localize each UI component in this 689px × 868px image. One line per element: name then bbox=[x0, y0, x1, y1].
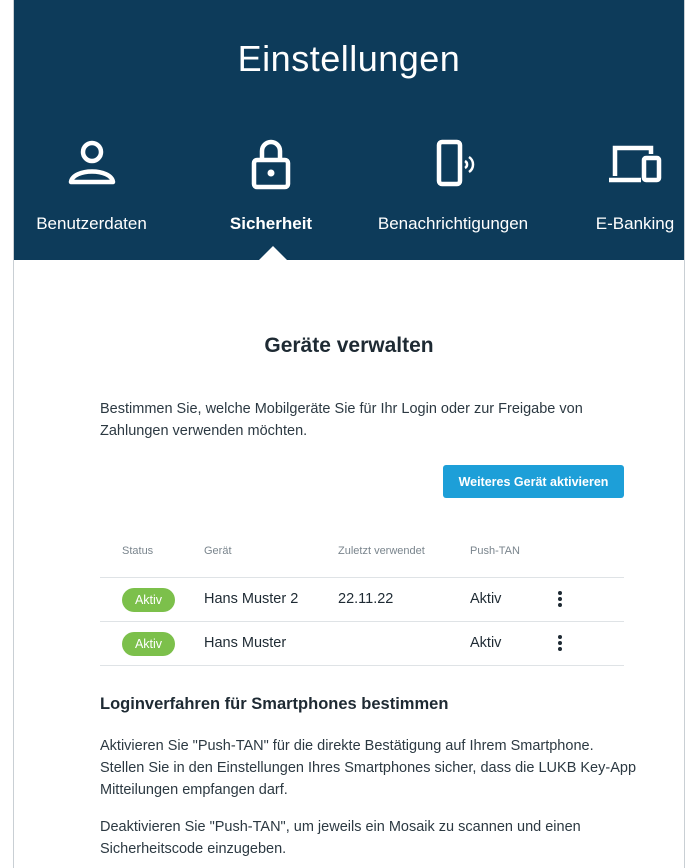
user-icon bbox=[68, 140, 115, 185]
tab-label: Benutzerdaten bbox=[36, 214, 147, 233]
last-used-date: 22.11.22 bbox=[338, 591, 394, 607]
tab-label: Benachrichtigungen bbox=[377, 214, 529, 233]
more-options-icon[interactable] bbox=[552, 634, 568, 654]
login-section-title: Loginverfahren für Smartphones bestimmen bbox=[100, 695, 449, 713]
page-title: Einstellungen bbox=[237, 38, 461, 79]
phone-notification-icon bbox=[436, 139, 475, 187]
tab-sicherheit[interactable]: Sicherheit bbox=[226, 136, 316, 234]
section-title: Geräte verwalten bbox=[264, 334, 434, 357]
lock-icon bbox=[251, 139, 291, 190]
active-tab-indicator bbox=[259, 246, 287, 260]
tab-e-banking[interactable]: E-Banking bbox=[592, 136, 678, 234]
push-tan-status: Aktiv bbox=[470, 591, 502, 607]
settings-header: Einstellungen Benutzerdaten Sicherheit B… bbox=[14, 0, 684, 260]
table-header: Status Gerät Zuletzt verwendet Push-TAN bbox=[100, 535, 624, 578]
device-name: Hans Muster bbox=[204, 635, 287, 651]
tab-benachrichtigungen[interactable]: Benachrichtigungen bbox=[373, 136, 533, 234]
column-header-status: Status bbox=[122, 545, 154, 557]
column-header-last-used: Zuletzt verwendet bbox=[338, 545, 425, 557]
tab-label: Sicherheit bbox=[229, 214, 313, 233]
status-badge: Aktiv bbox=[122, 588, 175, 612]
more-options-icon[interactable] bbox=[552, 590, 568, 610]
status-badge: Aktiv bbox=[122, 632, 175, 656]
column-header-device: Gerät bbox=[204, 545, 232, 557]
table-row: Aktiv Hans Muster 2 22.11.22 Aktiv bbox=[100, 578, 624, 622]
column-header-push-tan: Push-TAN bbox=[470, 545, 520, 557]
devices-icon bbox=[609, 145, 662, 183]
tab-label: E-Banking bbox=[595, 214, 675, 233]
login-paragraph-1: Aktivieren Sie "Push-TAN" für die direkt… bbox=[100, 738, 637, 798]
tab-benutzerdaten[interactable]: Benutzerdaten bbox=[34, 136, 149, 234]
settings-window: Einstellungen Benutzerdaten Sicherheit B… bbox=[13, 0, 685, 868]
table-row: Aktiv Hans Muster Aktiv bbox=[100, 622, 624, 666]
devices-table: Status Gerät Zuletzt verwendet Push-TAN … bbox=[100, 535, 624, 666]
login-paragraph-2: Deaktivieren Sie "Push-TAN", um jeweils … bbox=[100, 819, 581, 857]
activate-device-button[interactable]: Weiteres Gerät aktivieren bbox=[443, 465, 624, 498]
push-tan-status: Aktiv bbox=[470, 635, 502, 651]
device-name: Hans Muster 2 bbox=[204, 591, 299, 607]
devices-intro: Bestimmen Sie, welche Mobilgeräte Sie fü… bbox=[100, 401, 583, 439]
